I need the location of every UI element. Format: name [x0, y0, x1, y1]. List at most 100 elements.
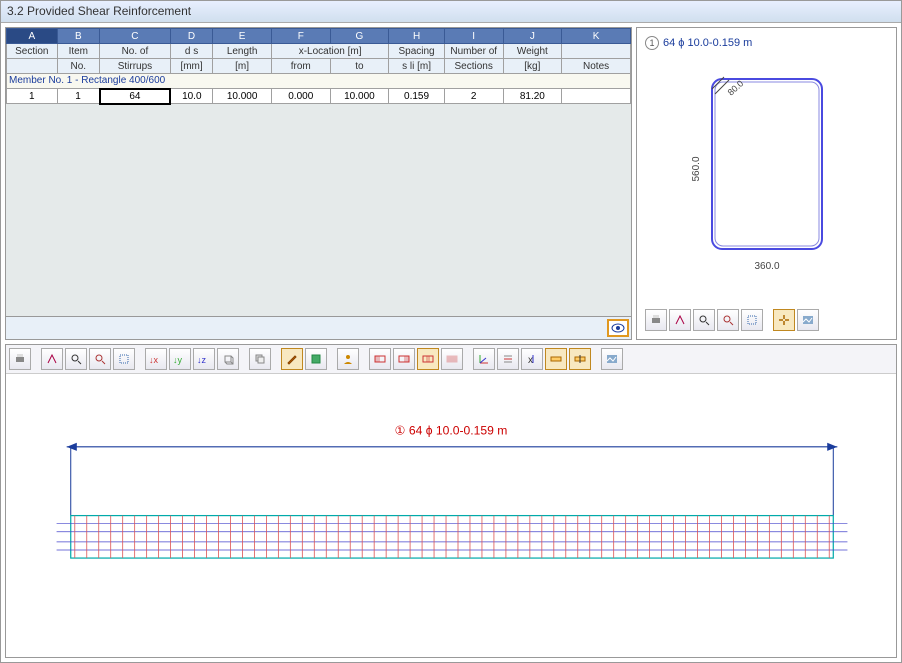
beam-drawing: ① 64 ϕ 10.0-0.159 m	[6, 374, 896, 657]
svg-text:↓y: ↓y	[173, 355, 183, 365]
table-header: Section	[7, 44, 58, 59]
copy-icon[interactable]	[249, 348, 271, 370]
beam-label: 64 ϕ 10.0-0.159 m	[409, 424, 507, 438]
panel1-icon[interactable]	[369, 348, 391, 370]
svg-text:↓x: ↓x	[149, 355, 159, 365]
image-icon[interactable]	[601, 348, 623, 370]
table-header: [m]	[213, 59, 272, 74]
zoom-icon[interactable]	[65, 348, 87, 370]
beam-label-group: ① 64 ϕ 10.0-0.159 m	[395, 424, 508, 438]
axes-icon[interactable]	[473, 348, 495, 370]
table-cell[interactable]: 81.20	[503, 89, 562, 104]
table-header: s li [m]	[389, 59, 445, 74]
h1-icon[interactable]	[545, 348, 567, 370]
col-letter[interactable]: G	[330, 29, 389, 44]
table-header: Weight	[503, 44, 562, 59]
section-badge: 1	[645, 36, 659, 50]
table-header: x-Location [m]	[271, 44, 388, 59]
svg-text:x: x	[528, 355, 533, 365]
table-cell[interactable]: 1	[57, 89, 99, 104]
dim-h: 360.0	[754, 261, 779, 272]
zoom-out-icon[interactable]	[717, 309, 739, 331]
table-header: Item	[57, 44, 99, 59]
table-header	[562, 44, 631, 59]
beam-panel: ↓x ↓y ↓z x	[5, 344, 897, 658]
col-letter[interactable]: H	[389, 29, 445, 44]
col-letter[interactable]: C	[100, 29, 171, 44]
table-cell[interactable]: 0.000	[271, 89, 330, 104]
print-icon[interactable]	[645, 309, 667, 331]
table-header: d s	[170, 44, 212, 59]
zoom-icon[interactable]	[693, 309, 715, 331]
beam-toolbar: ↓x ↓y ↓z x	[6, 345, 896, 374]
x-opt-icon[interactable]: x	[521, 348, 543, 370]
panel2-icon[interactable]	[393, 348, 415, 370]
window-title: 3.2 Provided Shear Reinforcement	[7, 4, 191, 18]
table-cell[interactable]: 64	[100, 89, 171, 104]
dim-diag: 80.0	[725, 79, 745, 98]
table-header: to	[330, 59, 389, 74]
table-cell[interactable]: 1	[7, 89, 58, 104]
x-axis-icon[interactable]: ↓x	[145, 348, 167, 370]
table-cell[interactable]: 10.0	[170, 89, 212, 104]
table-cell[interactable]: 0.159	[389, 89, 445, 104]
grid-icon[interactable]	[113, 348, 135, 370]
title-bar: 3.2 Provided Shear Reinforcement	[1, 1, 901, 23]
view-button[interactable]	[607, 319, 629, 337]
table-header: Number of	[444, 44, 503, 59]
table-footer	[6, 316, 631, 339]
col-letter[interactable]: I	[444, 29, 503, 44]
col-letter[interactable]: J	[503, 29, 562, 44]
section-panel: 1 64 ϕ 10.0-0.159 m 80.0 560.0 360.0	[636, 27, 897, 340]
table-header	[7, 59, 58, 74]
table-cell[interactable]	[562, 89, 631, 104]
reinforcement-table[interactable]: ABCDEFGHIJK SectionItemNo. ofd sLengthx-…	[6, 28, 631, 105]
col-letter[interactable]: K	[562, 29, 631, 44]
user-icon[interactable]	[337, 348, 359, 370]
table-header: No.	[57, 59, 99, 74]
zoom-out-icon[interactable]	[89, 348, 111, 370]
table-header: [kg]	[503, 59, 562, 74]
eye-icon	[611, 323, 625, 333]
h2-icon[interactable]	[569, 348, 591, 370]
col-letter[interactable]: D	[170, 29, 212, 44]
table-header: [mm]	[170, 59, 212, 74]
col-letter[interactable]: F	[271, 29, 330, 44]
expand-icon[interactable]	[773, 309, 795, 331]
table-header: Spacing	[389, 44, 445, 59]
explore-icon[interactable]	[669, 309, 691, 331]
col-letter[interactable]: E	[213, 29, 272, 44]
panel4-icon[interactable]	[441, 348, 463, 370]
dim-v: 560.0	[691, 156, 702, 181]
table-header: Length	[213, 44, 272, 59]
top-row: ABCDEFGHIJK SectionItemNo. ofd sLengthx-…	[1, 23, 901, 344]
box-icon[interactable]	[305, 348, 327, 370]
table-header: Notes	[562, 59, 631, 74]
section-toolbar	[645, 309, 888, 331]
table-header: Stirrups	[100, 59, 171, 74]
y-axis-icon[interactable]: ↓y	[169, 348, 191, 370]
lines-icon[interactable]	[497, 348, 519, 370]
table-cell[interactable]: 10.000	[213, 89, 272, 104]
section-label-row: 1 64 ϕ 10.0-0.159 m	[645, 36, 888, 50]
section-label: 64 ϕ 10.0-0.159 m	[663, 37, 752, 49]
print-icon[interactable]	[9, 348, 31, 370]
col-letter[interactable]: A	[7, 29, 58, 44]
image-icon[interactable]	[797, 309, 819, 331]
z-axis-icon[interactable]: ↓z	[193, 348, 215, 370]
table-panel: ABCDEFGHIJK SectionItemNo. ofd sLengthx-…	[5, 27, 632, 340]
member-row[interactable]: Member No. 1 - Rectangle 400/600	[7, 74, 631, 89]
table-header: from	[271, 59, 330, 74]
table-cell[interactable]: 2	[444, 89, 503, 104]
svg-text:↓z: ↓z	[197, 355, 207, 365]
panel3-icon[interactable]	[417, 348, 439, 370]
table-header: Sections	[444, 59, 503, 74]
section-drawing: 80.0 560.0 360.0	[645, 54, 888, 305]
3d-icon[interactable]	[217, 348, 239, 370]
table-scroll[interactable]: ABCDEFGHIJK SectionItemNo. ofd sLengthx-…	[6, 28, 631, 316]
select-region-icon[interactable]	[741, 309, 763, 331]
explore-icon[interactable]	[41, 348, 63, 370]
table-cell[interactable]: 10.000	[330, 89, 389, 104]
col-letter[interactable]: B	[57, 29, 99, 44]
pen-icon[interactable]	[281, 348, 303, 370]
